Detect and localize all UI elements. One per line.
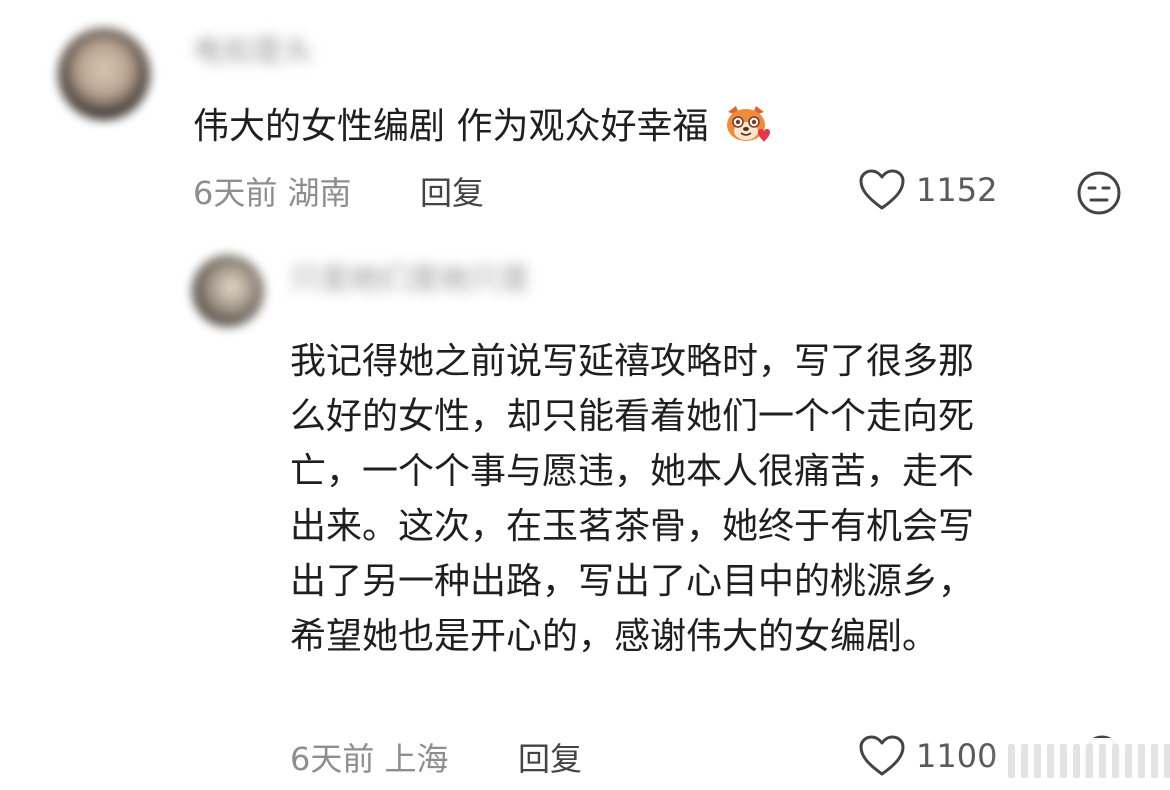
reply-text-line: 我记得她之前说写延禧攻略时，写了很多那 (290, 341, 975, 382)
reply-text: 我记得她之前说写延禧攻略时，写了很多那 么好的女性，却只能看着她们一个个走向死 … (290, 334, 1120, 664)
heart-icon (859, 169, 905, 210)
reply-username[interactable]: 只是她们是她只是 (290, 254, 530, 298)
comment-time: 6天前 (193, 174, 278, 212)
dislike-face-icon[interactable] (1076, 170, 1122, 216)
fox-heart-emoji-icon (726, 106, 770, 142)
comment-location: 湖南 (287, 174, 352, 212)
comment-body: 伟大的女性编剧 作为观众好幸福 (193, 106, 709, 147)
reply-text-line: 希望她也是开心的，感谢伟大的女编剧。 (290, 616, 939, 657)
reply-reply-button[interactable]: 回复 (518, 734, 582, 780)
comment-like-button[interactable]: 1152 (858, 168, 997, 212)
heart-icon (859, 735, 905, 776)
comment-reply-button[interactable]: 回复 (420, 168, 484, 214)
reply-text-line: 出了另一种出路，写出了心目中的桃源乡， (290, 561, 975, 602)
comment-like-count: 1152 (916, 171, 998, 209)
reply-text-line: 出来。这次，在玉茗茶骨，她终于有机会写 (290, 506, 975, 547)
reply-avatar[interactable] (192, 255, 264, 327)
reply-like-count: 1100 (916, 737, 998, 775)
comment-username[interactable]: 电如是头 (193, 26, 313, 70)
comment-meta: 6天前 湖南 (193, 168, 352, 214)
reply-text-line: 么好的女性，却只能看着她们一个个走向死 (290, 396, 975, 437)
reply-meta: 6天前 上海 (290, 734, 449, 780)
reply-time: 6天前 (290, 740, 375, 778)
comment-avatar[interactable] (58, 28, 150, 120)
reply-text-line: 亡，一个个事与愿违，她本人很痛苦，走不 (290, 451, 975, 492)
comment-text: 伟大的女性编剧 作为观众好幸福 (193, 104, 770, 147)
watermark-logo (1008, 744, 1170, 778)
reply-like-button[interactable]: 1100 (858, 734, 997, 778)
reply-location: 上海 (384, 740, 449, 778)
